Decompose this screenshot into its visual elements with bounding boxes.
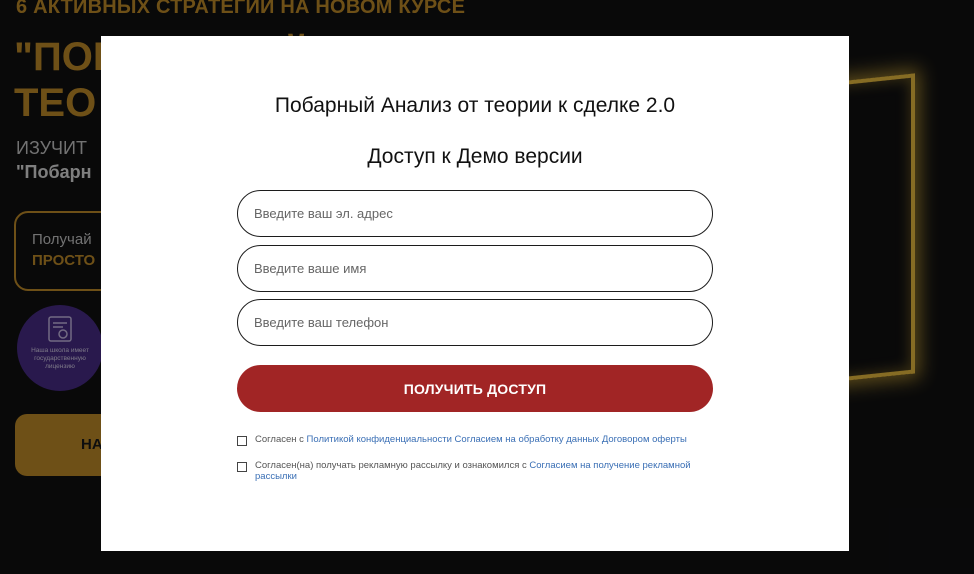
privacy-policy-link[interactable]: Политикой конфиденциальности — [307, 434, 452, 445]
email-field[interactable] — [237, 190, 713, 237]
phone-field[interactable] — [237, 299, 713, 346]
privacy-consent-checkbox[interactable] — [237, 436, 247, 446]
name-field[interactable] — [237, 245, 713, 292]
marketing-consent-text: Согласен(на) получать рекламную рассылку… — [237, 460, 707, 482]
marketing-consent-prefix: Согласен(на) получать рекламную рассылку… — [255, 460, 527, 471]
privacy-consent-prefix: Согласен с — [255, 434, 304, 445]
modal-title: Побарный Анализ от теории к сделке 2.0 — [274, 94, 676, 117]
data-processing-link[interactable]: Согласием на обработку данных — [455, 434, 600, 445]
offer-agreement-link[interactable]: Договором оферты — [602, 434, 687, 445]
privacy-consent: Согласен с Политикой конфиденциальности … — [237, 434, 707, 446]
modal-subtitle: Доступ к Демо версии — [367, 145, 583, 168]
marketing-consent: Согласен(на) получать рекламную рассылку… — [237, 460, 707, 482]
get-access-button[interactable]: ПОЛУЧИТЬ ДОСТУП — [237, 365, 713, 412]
privacy-consent-text: Согласен с Политикой конфиденциальности … — [237, 434, 707, 445]
marketing-consent-checkbox[interactable] — [237, 462, 247, 472]
demo-access-modal: Побарный Анализ от теории к сделке 2.0 Д… — [101, 36, 849, 551]
